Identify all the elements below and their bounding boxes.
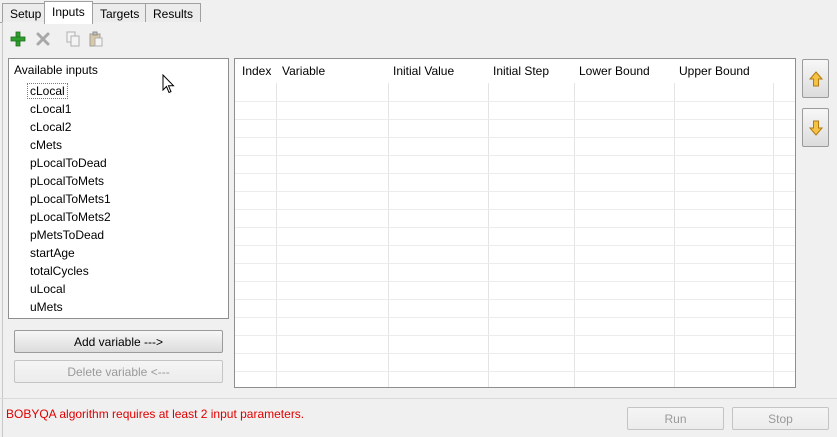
list-item[interactable]: startAge [27, 244, 111, 262]
mouse-cursor-icon [162, 74, 175, 94]
list-item[interactable]: uMets [27, 298, 111, 316]
arrow-down-icon [808, 120, 823, 136]
row-divider [235, 245, 795, 246]
available-inputs-title: Available inputs [14, 63, 98, 77]
delete-icon[interactable] [35, 31, 51, 47]
available-inputs-list: Available inputs cLocal cLocal1 cLocal2 … [8, 58, 229, 319]
add-icon[interactable] [10, 31, 26, 47]
list-item[interactable]: pLocalToMets2 [27, 208, 111, 226]
column-header-index[interactable]: Index [242, 64, 271, 78]
list-item[interactable]: cLocal1 [27, 100, 111, 118]
row-divider [235, 281, 795, 282]
table-header: Index Variable Initial Value Initial Ste… [235, 59, 795, 83]
add-variable-button[interactable]: Add variable ---> [14, 330, 223, 353]
row-divider [235, 227, 795, 228]
list-item[interactable]: cLocal2 [27, 118, 111, 136]
move-up-button[interactable] [802, 59, 829, 98]
list-item[interactable]: pMetsToDead [27, 226, 111, 244]
list-item[interactable]: pLocalToMets1 [27, 190, 111, 208]
row-divider [235, 173, 795, 174]
row-divider [235, 209, 795, 210]
column-header-initial-step[interactable]: Initial Step [493, 64, 549, 78]
list-item[interactable]: cMets [27, 136, 111, 154]
row-divider [235, 353, 795, 354]
column-header-lower-bound[interactable]: Lower Bound [579, 64, 650, 78]
list-item[interactable]: totalCycles [27, 262, 111, 280]
copy-icon[interactable] [65, 31, 81, 47]
column-divider [773, 83, 774, 387]
move-down-button[interactable] [802, 108, 829, 147]
paste-icon[interactable] [88, 31, 104, 47]
row-divider [235, 137, 795, 138]
tab-inputs[interactable]: Inputs [44, 1, 93, 24]
list-item[interactable]: uLocal [27, 280, 111, 298]
row-divider [235, 335, 795, 336]
footer-divider [0, 398, 837, 399]
delete-variable-button[interactable]: Delete variable <--- [14, 360, 223, 383]
run-button[interactable]: Run [627, 407, 724, 430]
column-header-initial-value[interactable]: Initial Value [393, 64, 454, 78]
inputs-table[interactable]: Index Variable Initial Value Initial Ste… [234, 58, 796, 388]
row-divider [235, 191, 795, 192]
row-divider [235, 317, 795, 318]
arrow-up-icon [808, 70, 823, 86]
list-item[interactable]: cLocal [27, 82, 111, 100]
row-divider [235, 299, 795, 300]
column-divider [388, 83, 389, 387]
stop-button[interactable]: Stop [732, 407, 829, 430]
column-divider [488, 83, 489, 387]
tab-setup[interactable]: Setup [2, 3, 50, 23]
row-divider [235, 101, 795, 102]
column-divider [574, 83, 575, 387]
tab-targets[interactable]: Targets [92, 3, 148, 23]
row-divider [235, 155, 795, 156]
column-header-upper-bound[interactable]: Upper Bound [679, 64, 750, 78]
row-divider [235, 371, 795, 372]
list-item[interactable]: pLocalToMets [27, 172, 111, 190]
row-divider [235, 263, 795, 264]
column-divider [674, 83, 675, 387]
row-divider [235, 119, 795, 120]
column-divider [276, 83, 277, 387]
column-header-variable[interactable]: Variable [282, 64, 325, 78]
tab-results[interactable]: Results [145, 3, 202, 23]
status-message: BOBYQA algorithm requires at least 2 inp… [6, 407, 305, 421]
list-item[interactable]: pLocalToDead [27, 154, 111, 172]
